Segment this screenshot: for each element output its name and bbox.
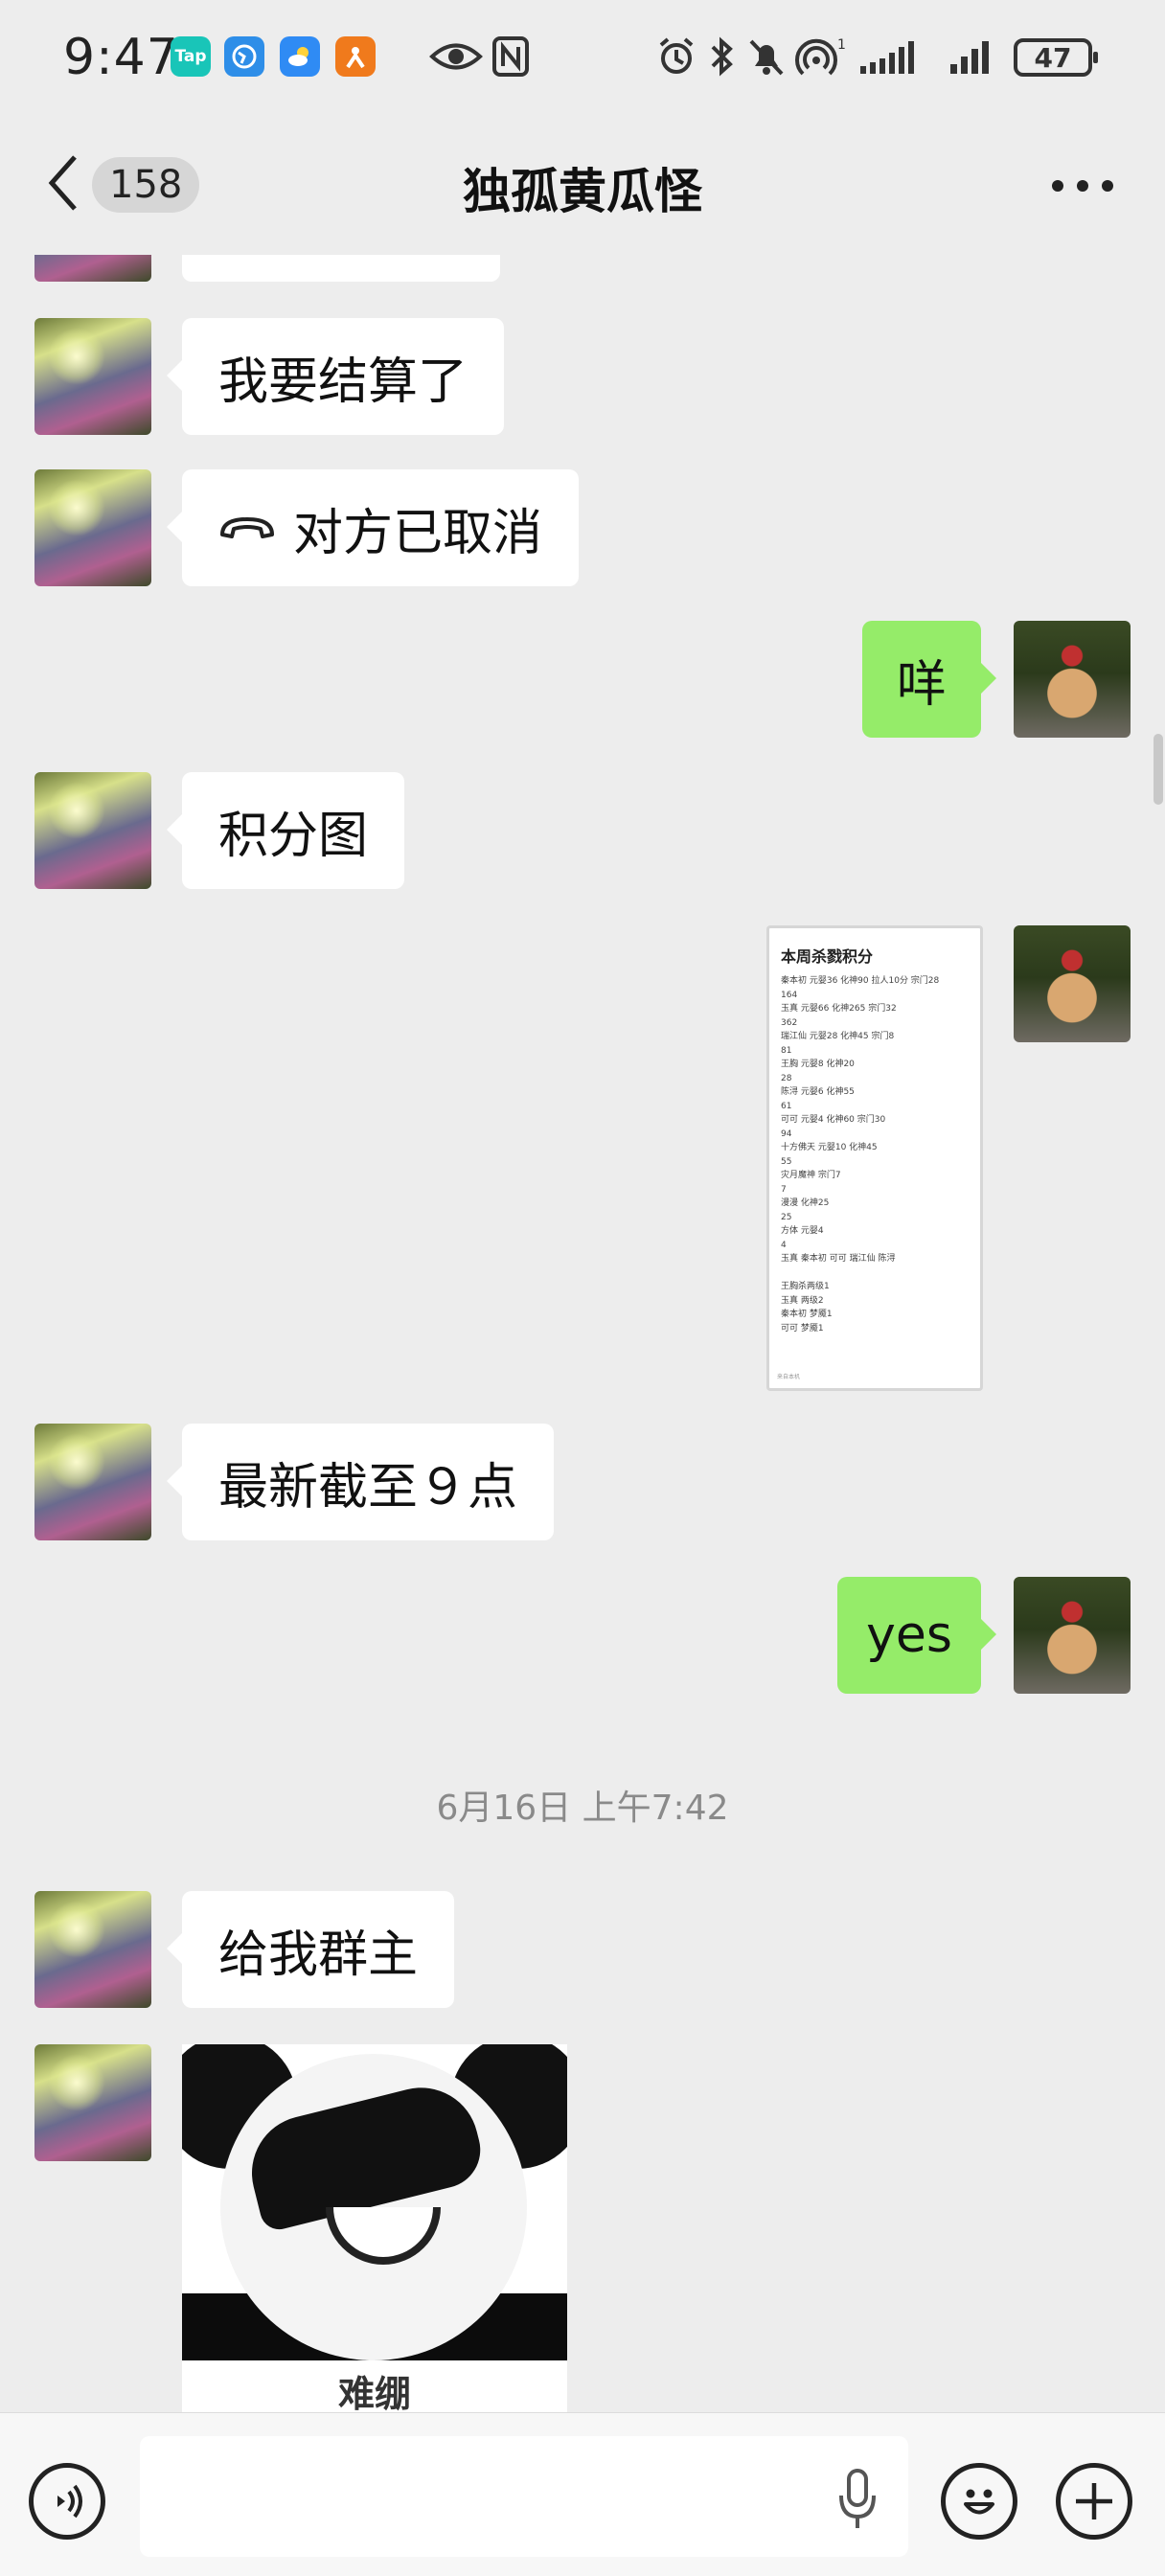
status-bar: 9:47 Tap 1 47: [0, 0, 1165, 115]
message-list[interactable]: 我要结算了 对方已取消 咩 积分图 本周杀戮积分 秦本初 元婴36 化神90 拉…: [0, 255, 1165, 2412]
dot-icon: [1077, 180, 1088, 192]
call-message-bubble[interactable]: 对方已取消: [166, 469, 580, 586]
my-avatar[interactable]: [1014, 925, 1131, 1042]
mute-bell-icon: [745, 33, 788, 80]
smile-icon: [964, 2489, 994, 2515]
score-line: 玉真 元婴66 化神265 宗门32: [781, 1004, 897, 1014]
contact-avatar[interactable]: [34, 469, 151, 586]
chat-title: 独孤黄瓜怪: [463, 164, 702, 219]
score-image-message[interactable]: 本周杀戮积分 秦本初 元婴36 化神90 拉人10分 宗门28 164 玉真 元婴6…: [766, 925, 983, 1391]
message-bubble[interactable]: 咩: [862, 621, 996, 738]
signal-1-icon: [858, 33, 925, 80]
score-line: 可可 元婴4 化神60 宗门30: [781, 1115, 886, 1125]
status-time: 9:47: [63, 29, 179, 86]
score-line: 漫漫 化神25: [781, 1198, 830, 1208]
panda-sticker-message[interactable]: 难绷: [182, 2044, 567, 2412]
score-line: 玉真 秦本初 可可 瑞江仙 陈浔: [781, 1254, 896, 1264]
taptap-app-icon: Tap: [171, 36, 211, 77]
score-image-lines: 秦本初 元婴36 化神90 拉人10分 宗门28 164 玉真 元婴66 化神265…: [781, 974, 969, 1335]
score-line: 陈浔 元婴6 化神55: [781, 1087, 855, 1097]
score-line: 十方佛天 元婴10 化神45: [781, 1143, 878, 1152]
microphone-icon[interactable]: [834, 2467, 881, 2534]
plus-icon: [1076, 2483, 1112, 2519]
score-line: [781, 1266, 969, 1281]
battery-indicator: 47: [1014, 38, 1098, 77]
score-line: 玉真 两级2: [781, 1295, 824, 1306]
score-image-title: 本周杀戮积分: [781, 947, 874, 966]
score-line: 灾月魔神 宗门7: [781, 1171, 841, 1180]
my-avatar[interactable]: [1014, 1577, 1131, 1694]
eye-icon: [427, 33, 485, 80]
sticker-caption: 难绷: [182, 2360, 567, 2412]
orange-app-icon: [335, 36, 376, 77]
score-line: 方体 元婴4: [781, 1226, 824, 1236]
message-bubble[interactable]: [182, 255, 500, 282]
more-options-button[interactable]: [1052, 167, 1113, 205]
message-bubble[interactable]: yes: [837, 1577, 996, 1694]
score-line: 28: [781, 1073, 792, 1083]
scrollbar-thumb[interactable]: [1154, 734, 1163, 805]
score-image-footer: 来自本机: [777, 1374, 801, 1380]
dot-icon: [1102, 180, 1113, 192]
score-line: 25: [781, 1212, 792, 1222]
chat-header: 158 独孤黄瓜怪: [0, 115, 1165, 255]
weather-app-icon: [280, 36, 320, 77]
voice-mode-button[interactable]: [29, 2463, 105, 2540]
emoji-button[interactable]: [941, 2463, 1017, 2540]
message-bubble[interactable]: 积分图: [166, 772, 405, 889]
voice-wave-icon: [57, 2484, 82, 2519]
score-line: 4: [781, 1240, 787, 1250]
score-line: 81: [781, 1045, 792, 1056]
signal-2-icon: [948, 33, 1000, 80]
score-line: 164: [781, 990, 798, 1000]
contact-avatar[interactable]: [34, 255, 151, 282]
message-timestamp: 6月16日 上午7:42: [436, 1789, 729, 1828]
score-line: 94: [781, 1128, 792, 1139]
alarm-icon: [653, 33, 699, 80]
score-line: 秦本初 元婴36 化神90 拉人10分 宗门28: [781, 976, 940, 986]
nfc-icon: [489, 33, 533, 80]
contact-avatar[interactable]: [34, 1891, 151, 2008]
phone-hangup-icon: [218, 513, 276, 542]
score-line: 王胸 元婴8 化神20: [781, 1060, 855, 1069]
contact-avatar[interactable]: [34, 772, 151, 889]
svg-text:1: 1: [837, 37, 846, 53]
message-bubble[interactable]: 我要结算了: [166, 318, 505, 435]
contact-avatar[interactable]: [34, 1424, 151, 1540]
score-line: 7: [781, 1184, 787, 1195]
score-line: 362: [781, 1017, 798, 1028]
contact-avatar[interactable]: [34, 318, 151, 435]
score-line: 可可 梦魇1: [781, 1323, 824, 1334]
score-line: 王胸杀两级1: [781, 1282, 830, 1291]
score-line: 秦本初 梦魇1: [781, 1310, 833, 1319]
message-input[interactable]: [140, 2436, 908, 2557]
message-bubble[interactable]: 给我群主: [166, 1891, 455, 2008]
dot-icon: [1052, 180, 1063, 192]
call-status-text: 对方已取消: [293, 504, 543, 562]
hotspot-icon: 1: [793, 33, 851, 80]
score-line: 61: [781, 1101, 792, 1111]
message-bubble[interactable]: 最新截至９点: [166, 1424, 555, 1540]
browser-app-icon: [224, 36, 264, 77]
my-avatar[interactable]: [1014, 621, 1131, 738]
contact-avatar[interactable]: [34, 2044, 151, 2161]
score-line: 瑞江仙 元婴28 化神45 宗门8: [781, 1032, 895, 1041]
score-line: 55: [781, 1156, 792, 1167]
bluetooth-icon: [705, 33, 740, 80]
input-bar: [0, 2412, 1165, 2576]
add-more-button[interactable]: [1056, 2463, 1132, 2540]
